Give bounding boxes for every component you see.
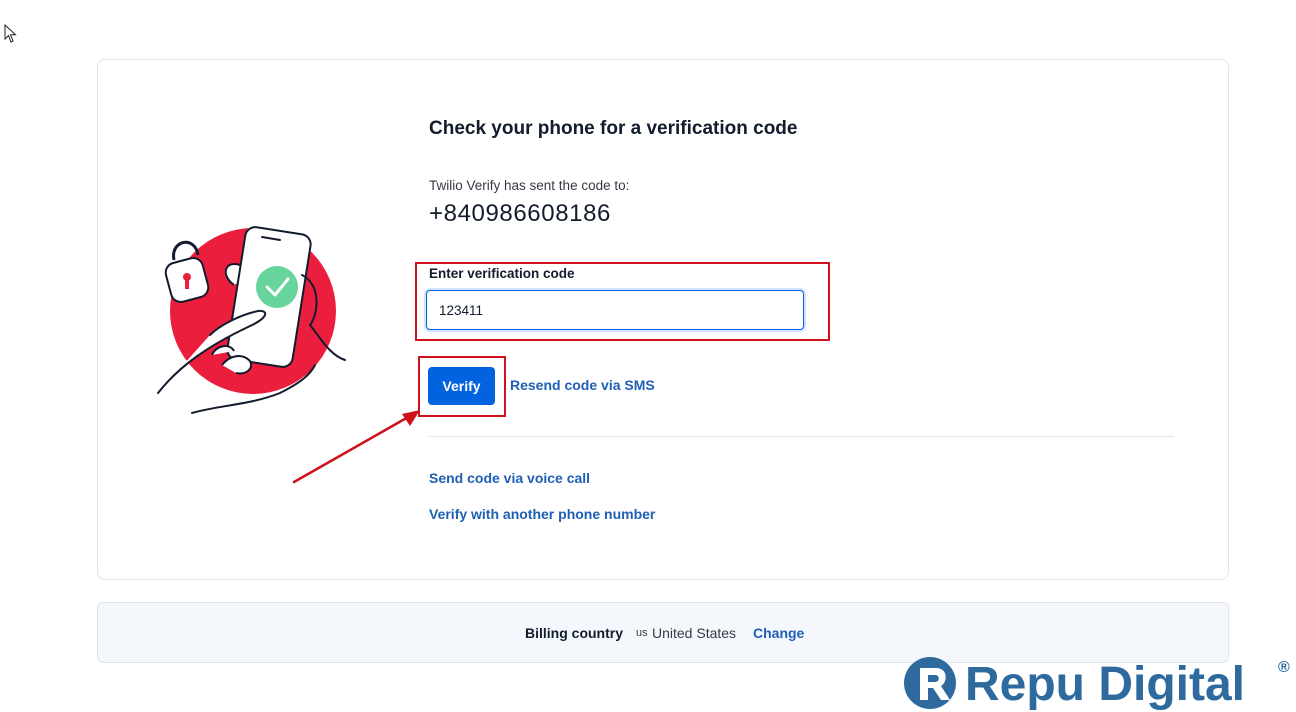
red-arrow-icon [292,410,420,484]
mouse-pointer-icon [4,24,17,43]
sent-to-text: Twilio Verify has sent the code to: [429,178,630,193]
verification-code-label: Enter verification code [429,266,575,281]
watermark-text: Repu Digital [965,658,1245,711]
phone-number: +840986608186 [429,200,611,227]
phone-verification-illustration [157,226,346,414]
voice-call-link[interactable]: Send code via voice call [429,470,590,486]
billing-country-label: Billing country [525,625,623,641]
divider [429,436,1174,437]
verify-button[interactable]: Verify [428,367,495,405]
page: Check your phone for a verification code… [0,0,1296,712]
verification-code-input[interactable] [426,290,804,330]
change-country-link[interactable]: Change [753,625,804,641]
registered-mark: ® [1278,659,1290,676]
resend-sms-link[interactable]: Resend code via SMS [510,377,655,393]
page-title: Check your phone for a verification code [429,118,798,139]
country-code: us [636,627,648,639]
other-phone-link[interactable]: Verify with another phone number [429,506,655,522]
country-name: United States [652,625,737,641]
